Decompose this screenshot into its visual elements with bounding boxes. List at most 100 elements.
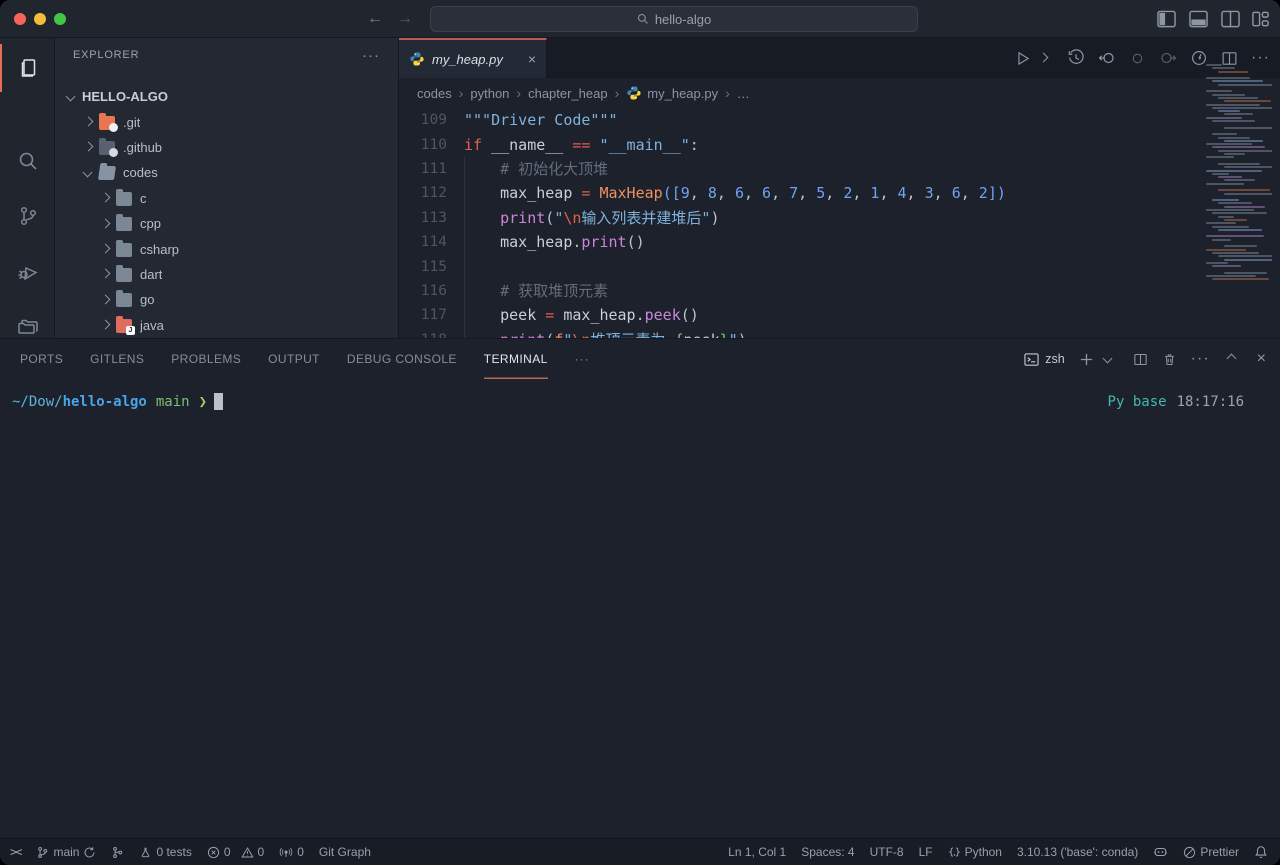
run-and-debug-icon[interactable] — [0, 248, 55, 296]
panel-tab-ports[interactable]: PORTS — [20, 339, 63, 379]
line-content: max_heap = MaxHeap([9, 8, 6, 6, 7, 5, 2,… — [447, 184, 1006, 202]
minimap-line — [1206, 249, 1246, 251]
eol-item[interactable]: LF — [919, 845, 933, 859]
code-line-114[interactable]: 114 max_heap.print() — [399, 230, 1195, 254]
source-control-icon[interactable] — [0, 192, 55, 240]
branch-status-item[interactable]: main — [36, 845, 96, 859]
chevron-right-icon — [80, 114, 96, 130]
toggle-primary-sidebar-icon[interactable] — [1157, 10, 1176, 28]
tree-item-c[interactable]: c — [55, 186, 398, 211]
navigate-back-button[interactable]: ← — [365, 9, 385, 29]
tree-item--git[interactable]: .git — [55, 109, 398, 134]
chevron-right-icon — [97, 190, 113, 206]
tree-item-codes[interactable]: codes — [55, 160, 398, 185]
code-line-117[interactable]: 117 peek = max_heap.peek() — [399, 303, 1195, 327]
ports-status-item[interactable]: 0 — [279, 845, 304, 859]
tree-root-hello-algo[interactable]: HELLO-ALGO — [55, 84, 398, 109]
code-line-111[interactable]: 111 # 初始化大顶堆 — [399, 157, 1195, 181]
navigate-forward-button[interactable]: → — [395, 9, 415, 29]
minimap[interactable] — [1200, 64, 1272, 304]
minimap-line — [1218, 229, 1262, 231]
breadcrumb-item[interactable]: my_heap.py — [626, 85, 718, 101]
folder-icon — [116, 191, 133, 206]
line-content: if __name__ == "__main__": — [447, 136, 699, 154]
tests-status-item[interactable]: 0 tests — [139, 845, 191, 859]
tree-item-csharp[interactable]: csharp — [55, 236, 398, 261]
python-interpreter-item[interactable]: 3.10.13 ('base': conda) — [1017, 845, 1138, 859]
folder-icon — [99, 115, 116, 130]
panel-tab-problems[interactable]: PROBLEMS — [171, 339, 241, 379]
breadcrumb-item[interactable]: python — [470, 86, 509, 101]
panel-tabs-more-icon[interactable]: ··· — [575, 352, 590, 366]
maximize-panel-icon[interactable] — [1224, 351, 1240, 367]
breadcrumb[interactable]: codes›python›chapter_heap›my_heap.py›… — [399, 78, 1280, 108]
tab-my-heap-py[interactable]: my_heap.py × — [399, 38, 547, 78]
minimap-line — [1206, 235, 1264, 237]
encoding-item[interactable]: UTF-8 — [870, 845, 904, 859]
terminal-icon — [1024, 352, 1039, 367]
search-icon[interactable] — [0, 137, 55, 185]
breadcrumb-item[interactable]: codes — [417, 86, 452, 101]
language-mode-item[interactable]: Python — [948, 845, 1002, 859]
indentation-item[interactable]: Spaces: 4 — [801, 845, 854, 859]
explorer-more-actions-icon[interactable]: ··· — [362, 47, 380, 64]
terminal-dropdown-icon[interactable] — [1100, 351, 1116, 367]
split-terminal-icon[interactable] — [1133, 352, 1148, 367]
panel-tab-debug-console[interactable]: DEBUG CONSOLE — [347, 339, 457, 379]
editor-tab-bar: my_heap.py × ··· — [399, 38, 1280, 78]
minimap-line — [1206, 209, 1254, 211]
notifications-bell-icon[interactable] — [1254, 845, 1268, 859]
prettier-status-item[interactable]: Prettier — [1183, 845, 1239, 859]
remote-indicator-icon[interactable]: >< — [10, 845, 20, 859]
new-terminal-icon[interactable] — [1079, 352, 1094, 367]
problems-status-item[interactable]: 0 0 — [207, 845, 264, 859]
close-panel-icon[interactable]: × — [1257, 350, 1266, 368]
git-graph-status-icon[interactable] — [111, 846, 124, 859]
minimap-line — [1206, 90, 1232, 92]
line-number: 114 — [399, 234, 447, 250]
panel-more-actions-icon[interactable]: ··· — [1191, 350, 1210, 368]
close-window-button[interactable] — [14, 13, 26, 25]
code-line-113[interactable]: 113 print("\n输入列表并建堆后") — [399, 206, 1195, 230]
maximize-window-button[interactable] — [54, 13, 66, 25]
breadcrumb-item[interactable]: chapter_heap — [528, 86, 608, 101]
panel-tab-output[interactable]: OUTPUT — [268, 339, 320, 379]
code-line-109[interactable]: 109"""Driver Code""" — [399, 108, 1195, 132]
tree-item--github[interactable]: .github — [55, 135, 398, 160]
tree-item-java[interactable]: Jjava — [55, 313, 398, 338]
run-python-file-icon[interactable] — [1014, 50, 1031, 67]
previous-change-icon[interactable] — [1098, 49, 1116, 67]
run-dropdown-icon[interactable] — [1035, 50, 1051, 66]
code-line-110[interactable]: 110if __name__ == "__main__": — [399, 132, 1195, 156]
code-line-116[interactable]: 116 # 获取堆顶元素 — [399, 279, 1195, 303]
minimap-line — [1212, 265, 1241, 267]
git-graph-label-item[interactable]: Git Graph — [319, 845, 371, 859]
panel-tab-gitlens[interactable]: GITLENS — [90, 339, 144, 379]
code-line-115[interactable]: 115 — [399, 254, 1195, 278]
minimize-window-button[interactable] — [34, 13, 46, 25]
toggle-panel-icon[interactable] — [1189, 10, 1208, 28]
minimap-line — [1224, 272, 1267, 274]
panel-tab-bar: PORTS GITLENS PROBLEMS OUTPUT DEBUG CONSOLE T… — [20, 339, 590, 379]
tree-item-dart[interactable]: dart — [55, 262, 398, 287]
terminal-prompt-line: ~/Dow/hello-algo main ❯ Py base18:17:16 — [12, 393, 1268, 410]
kill-terminal-icon[interactable] — [1162, 352, 1177, 367]
minimap-line — [1206, 183, 1244, 185]
toggle-secondary-sidebar-icon[interactable] — [1221, 10, 1240, 28]
command-center-search[interactable]: hello-algo — [430, 6, 918, 32]
breadcrumb-item[interactable]: … — [737, 86, 750, 101]
terminal-profile[interactable]: zsh — [1024, 352, 1064, 367]
tab-close-icon[interactable]: × — [528, 51, 536, 67]
copilot-icon[interactable] — [1153, 845, 1168, 859]
tree-item-cpp[interactable]: cpp — [55, 211, 398, 236]
file-history-icon[interactable] — [1067, 49, 1085, 67]
terminal-content[interactable]: ~/Dow/hello-algo main ❯ Py base18:17:16 — [12, 393, 1268, 859]
panel-tab-terminal[interactable]: TERMINAL — [484, 339, 548, 379]
explorer-icon[interactable] — [0, 44, 55, 92]
tree-item-go[interactable]: go — [55, 287, 398, 312]
code-line-112[interactable]: 112 max_heap = MaxHeap([9, 8, 6, 6, 7, 5… — [399, 181, 1195, 205]
customize-layout-icon[interactable] — [1251, 10, 1270, 28]
minimap-line — [1224, 113, 1253, 115]
cursor-position-item[interactable]: Ln 1, Col 1 — [728, 845, 786, 859]
chevron-right-icon — [97, 266, 113, 282]
